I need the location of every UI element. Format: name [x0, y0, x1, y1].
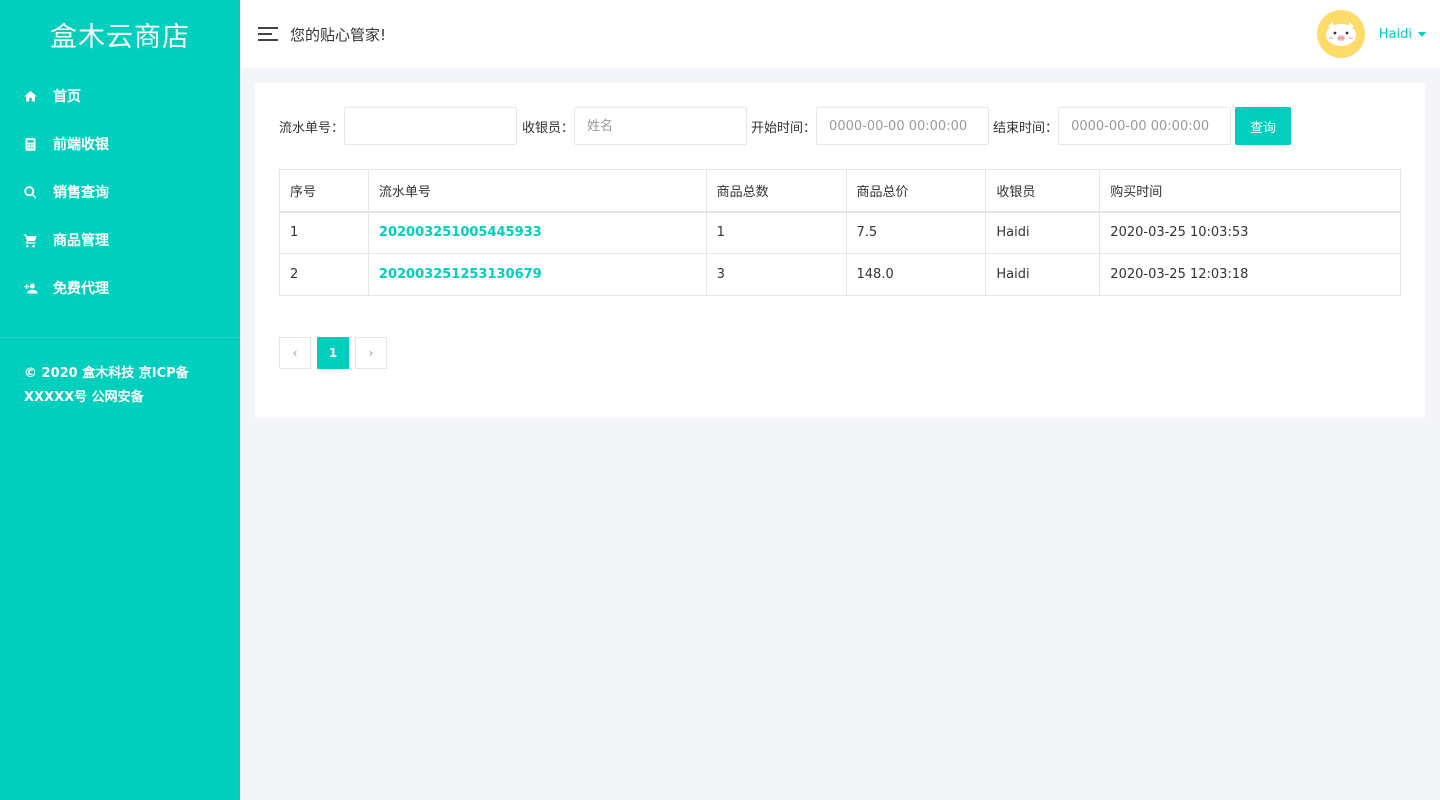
search-icon — [22, 184, 38, 200]
row-quantity: 3 — [705, 253, 847, 296]
next-page-button[interactable]: › — [355, 337, 387, 369]
sidebar-footer: © 2020 盒木科技 京ICP备 XXXXX号 公网安备 — [24, 362, 224, 410]
sidebar-item-home[interactable]: 首页 — [0, 72, 240, 120]
sidebar-item-label: 前端收银 — [53, 137, 109, 153]
greeting-text: 您的贴心管家! — [290, 25, 387, 44]
row-cashier: Haidi — [985, 211, 1101, 254]
footer-copyright: © 2020 盒木科技 京ICP备 — [24, 366, 189, 381]
column-header: 购买时间 — [1099, 169, 1401, 212]
footer-registration: XXXXX号 公网安备 — [24, 390, 144, 405]
table-row: 2 202003251253130679 3 148.0 Haidi 2020-… — [279, 253, 1401, 296]
user-menu[interactable]: Haidi — [1316, 10, 1426, 58]
brand-title[interactable]: 盒木云商店 — [0, 0, 240, 68]
sidebar-item-label: 首页 — [53, 89, 81, 105]
row-total: 148.0 — [845, 253, 987, 296]
cart-icon — [22, 232, 38, 248]
row-time: 2020-03-25 10:03:53 — [1099, 211, 1401, 254]
chevron-down-icon[interactable] — [1418, 31, 1426, 37]
row-time: 2020-03-25 12:03:18 — [1099, 253, 1401, 296]
cashier-input[interactable] — [574, 107, 748, 145]
start-time-input[interactable] — [816, 107, 990, 145]
home-icon — [22, 88, 38, 104]
sidebar-item-sales-query[interactable]: 销售查询 — [0, 168, 240, 216]
sidebar-item-cashier[interactable]: 前端收银 — [0, 120, 240, 168]
row-index: 2 — [279, 253, 369, 296]
pig-icon — [1325, 22, 1356, 46]
order-no-link[interactable]: 202003251253130679 — [379, 267, 542, 282]
column-header: 商品总数 — [705, 169, 847, 212]
avatar[interactable] — [1316, 10, 1365, 58]
end-time-label: 结束时间： — [993, 120, 1059, 136]
column-header: 商品总价 — [845, 169, 987, 212]
table-row: 1 202003251005445933 1 7.5 Haidi 2020-03… — [279, 211, 1401, 254]
sidebar-item-label: 商品管理 — [53, 233, 109, 249]
sidebar-item-label: 销售查询 — [53, 185, 109, 201]
order-no-link[interactable]: 202003251005445933 — [379, 225, 542, 240]
sidebar-item-free-agent[interactable]: 免费代理 — [0, 264, 240, 312]
add-user-icon — [22, 280, 38, 296]
row-quantity: 1 — [705, 211, 847, 254]
cashier-label: 收银员： — [522, 120, 575, 136]
pagination: ‹ 1 › — [279, 337, 393, 369]
top-header: 您的贴心管家! Haidi — [240, 0, 1440, 68]
sidebar-divider — [0, 337, 240, 338]
row-index: 1 — [279, 211, 369, 254]
start-time-label: 开始时间： — [751, 120, 817, 136]
sidebar-item-label: 免费代理 — [53, 281, 109, 297]
prev-page-button[interactable]: ‹ — [279, 337, 311, 369]
table-header-row: 序号 流水单号 商品总数 商品总价 收银员 购买时间 — [279, 169, 1401, 212]
order-no-input[interactable] — [344, 107, 518, 145]
column-header: 收银员 — [985, 169, 1101, 212]
row-cashier: Haidi — [985, 253, 1101, 296]
order-no-label: 流水单号： — [279, 120, 345, 136]
orders-table: 序号 流水单号 商品总数 商品总价 收银员 购买时间 1 20200325100… — [279, 169, 1401, 296]
column-header: 流水单号 — [367, 169, 707, 212]
column-header: 序号 — [279, 169, 369, 212]
sidebar-nav: 首页 前端收银 销售查询 商品管理 免费代理 — [0, 68, 240, 312]
menu-toggle-icon[interactable] — [258, 27, 278, 41]
filter-bar: 流水单号： 收银员： 开始时间： 结束时间： 查询 — [279, 107, 1292, 145]
calculator-icon — [22, 136, 38, 152]
end-time-input[interactable] — [1058, 107, 1232, 145]
page-button-current[interactable]: 1 — [317, 337, 349, 369]
username[interactable]: Haidi — [1379, 27, 1412, 42]
sales-query-card: 流水单号： 收银员： 开始时间： 结束时间： 查询 序号 流水单号 商品总数 商… — [255, 83, 1425, 418]
sidebar: 盒木云商店 首页 前端收银 销售查询 商品管理 免费代理 © 2020 盒木科技… — [0, 0, 240, 800]
row-total: 7.5 — [845, 211, 987, 254]
sidebar-item-products[interactable]: 商品管理 — [0, 216, 240, 264]
query-button[interactable]: 查询 — [1235, 107, 1292, 145]
